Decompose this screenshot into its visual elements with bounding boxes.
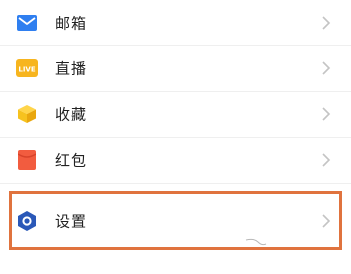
menu-item-label: 收藏 bbox=[55, 105, 88, 124]
menu-item-red-envelope[interactable]: 红包 bbox=[0, 138, 351, 182]
favorites-box-icon bbox=[16, 103, 38, 125]
mail-icon bbox=[16, 12, 38, 34]
menu-item-label: 红包 bbox=[55, 151, 88, 170]
menu-item-favorites[interactable]: 收藏 bbox=[0, 92, 351, 136]
menu-item-mail[interactable]: 邮箱 bbox=[0, 1, 351, 45]
red-envelope-icon bbox=[16, 149, 38, 171]
chevron-right-icon bbox=[322, 153, 331, 167]
menu-item-live[interactable]: LIVE 直播 bbox=[0, 46, 351, 90]
live-icon: LIVE bbox=[16, 57, 38, 79]
live-badge-text: LIVE bbox=[18, 66, 35, 74]
menu-item-label: 邮箱 bbox=[55, 14, 88, 33]
divider bbox=[0, 183, 351, 184]
chevron-right-icon bbox=[322, 16, 331, 30]
settings-menu: 邮箱 LIVE 直播 收藏 红包 设置 bbox=[0, 0, 351, 274]
menu-item-label: 直播 bbox=[55, 59, 88, 78]
chevron-right-icon bbox=[322, 107, 331, 121]
chevron-right-icon bbox=[322, 61, 331, 75]
scribble-mark bbox=[245, 238, 267, 246]
highlight-box bbox=[9, 191, 342, 250]
